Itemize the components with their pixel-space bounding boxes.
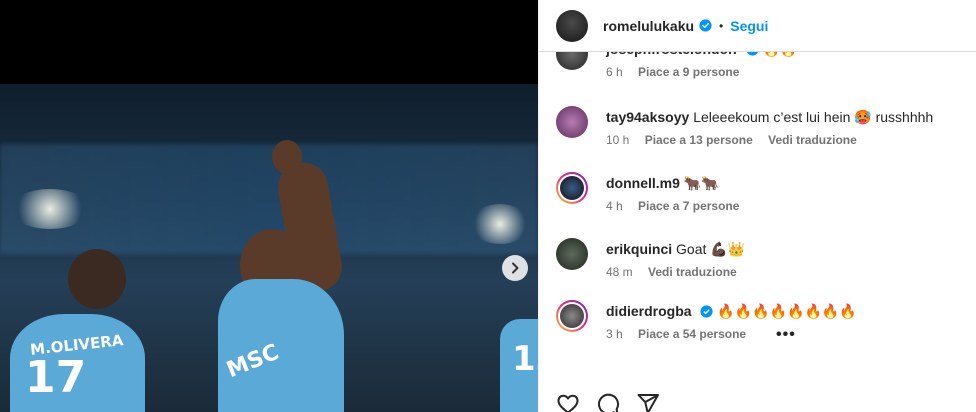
comment-content: 🐂🐂 xyxy=(683,175,719,191)
comment-item: erikquinci Goat 💪🏿👑 48 m Vedi traduzione xyxy=(556,238,966,294)
comment-text: tay94aksoyy Leleeekoum c’est lui hein 🥵 … xyxy=(606,108,933,126)
left-player-shirt-number: 17 xyxy=(25,352,87,403)
verified-icon xyxy=(746,52,758,56)
comment-item: donnell.m9 🐂🐂 4 h Piace a 7 persone xyxy=(556,172,966,228)
right-player-shirt-number: 13 xyxy=(512,339,538,379)
comment-username[interactable]: josephfrostelondon xyxy=(606,52,737,57)
comment-meta: 10 h Piace a 13 persone Vedi traduzione xyxy=(606,133,869,147)
comment-time: 6 h xyxy=(606,65,623,79)
comment-time: 48 m xyxy=(606,265,633,279)
comment-likes[interactable]: Piace a 13 persone xyxy=(645,133,753,147)
comment-avatar[interactable] xyxy=(556,52,588,70)
verified-icon xyxy=(700,305,714,318)
stadium-light xyxy=(470,204,530,244)
comment-item: didierdrogba 🔥🔥🔥🔥🔥🔥🔥🔥 3 h Piace a 54 per… xyxy=(556,300,966,356)
chevron-right-icon xyxy=(512,262,519,274)
comment-likes[interactable]: Piace a 9 persone xyxy=(638,65,739,79)
header-separator: • xyxy=(719,18,724,33)
author-username[interactable]: romelulukaku xyxy=(603,18,694,34)
main-player-shirt xyxy=(218,279,344,412)
comment-time: 3 h xyxy=(606,327,623,341)
action-bar xyxy=(556,392,660,412)
comment-meta: 4 h Piace a 7 persone xyxy=(606,199,751,213)
comment-username[interactable]: erikquinci xyxy=(606,241,672,257)
comment-content: Leleeekoum c’est lui hein 🥵 russhhhh xyxy=(693,109,934,125)
more-icon[interactable]: ••• xyxy=(776,326,796,344)
comment-meta: 3 h Piace a 54 persone xyxy=(606,327,758,341)
left-player-head xyxy=(68,249,126,309)
comment-text: donnell.m9 🐂🐂 xyxy=(606,174,719,192)
comment-text: erikquinci Goat 💪🏿👑 xyxy=(606,240,745,258)
comment-avatar[interactable] xyxy=(556,172,588,204)
post-header: romelulukaku • Segui xyxy=(539,0,976,52)
comment-meta: 48 m Vedi traduzione xyxy=(606,265,749,279)
comment-time: 4 h xyxy=(606,199,623,213)
comment-content: 🔥🔥🔥🔥🔥🔥🔥🔥 xyxy=(717,303,857,319)
stadium-light xyxy=(10,189,90,229)
verified-icon xyxy=(699,19,712,32)
post-photo: M.OLIVERA 17 MSC 13 xyxy=(0,84,538,412)
author-avatar[interactable] xyxy=(556,9,588,42)
share-icon[interactable] xyxy=(636,392,660,412)
comment-avatar[interactable] xyxy=(556,300,588,332)
heart-icon[interactable] xyxy=(556,392,580,412)
comment-content: 🔥🔥 xyxy=(762,52,797,57)
comment-avatar[interactable] xyxy=(556,106,588,138)
post-side-panel: romelulukaku • Segui josephfrostelondon … xyxy=(538,0,976,412)
comment-meta: 6 h Piace a 9 persone xyxy=(606,65,751,79)
follow-button[interactable]: Segui xyxy=(730,18,768,34)
see-translation-link[interactable]: Vedi traduzione xyxy=(648,265,737,279)
comment-avatar[interactable] xyxy=(556,238,588,270)
comment-item: tay94aksoyy Leleeekoum c’est lui hein 🥵 … xyxy=(556,106,966,162)
next-image-button[interactable] xyxy=(502,255,528,281)
comment-item: josephfrostelondon 🔥🔥 6 h Piace a 9 pers… xyxy=(556,52,966,94)
comment-username[interactable]: tay94aksoyy xyxy=(606,109,689,125)
comment-likes[interactable]: Piace a 7 persone xyxy=(638,199,739,213)
comment-text: josephfrostelondon 🔥🔥 xyxy=(606,52,797,58)
comment-likes[interactable]: Piace a 54 persone xyxy=(638,327,746,341)
comment-username[interactable]: didierdrogba xyxy=(606,303,692,319)
comment-username[interactable]: donnell.m9 xyxy=(606,175,680,191)
comment-icon[interactable] xyxy=(596,392,620,412)
post-media: M.OLIVERA 17 MSC 13 xyxy=(0,0,538,412)
see-translation-link[interactable]: Vedi traduzione xyxy=(768,133,857,147)
comment-text: didierdrogba 🔥🔥🔥🔥🔥🔥🔥🔥 xyxy=(606,302,857,320)
comments-list[interactable]: josephfrostelondon 🔥🔥 6 h Piace a 9 pers… xyxy=(539,52,976,380)
comment-time: 10 h xyxy=(606,133,630,147)
comment-content: Goat 💪🏿👑 xyxy=(676,241,746,257)
